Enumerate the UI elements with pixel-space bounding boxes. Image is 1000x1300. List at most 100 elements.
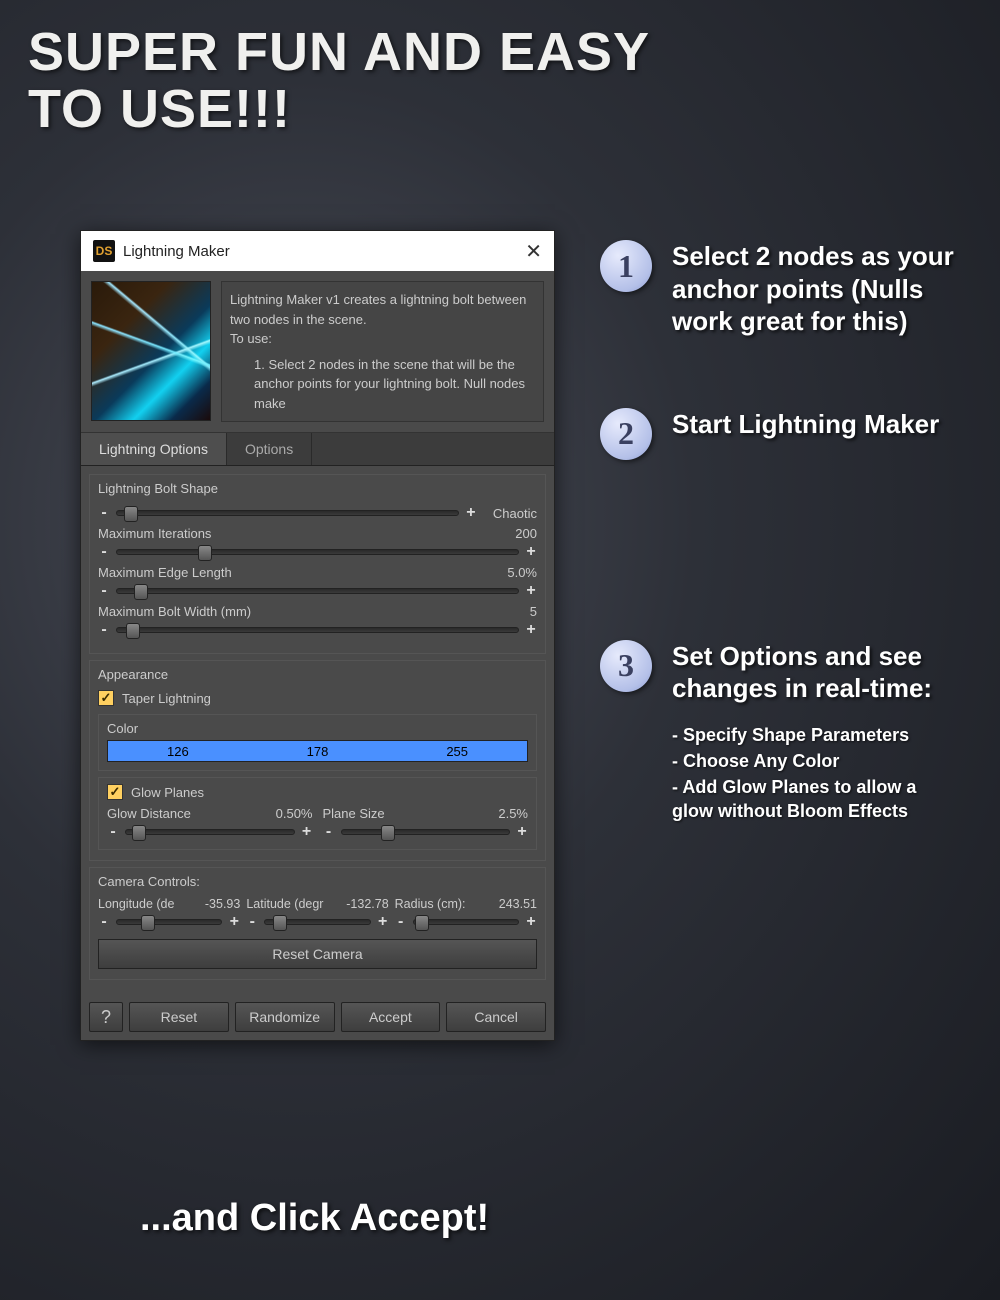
plus-icon[interactable]: +: [465, 504, 477, 522]
minus-icon[interactable]: -: [395, 913, 407, 931]
cam-radius-label: Radius (cm):: [395, 897, 466, 911]
info-section: Lightning Maker v1 creates a lightning b…: [81, 271, 554, 433]
max-edge-value: 5.0%: [507, 565, 537, 580]
cam-longitude-value: -35.93: [205, 897, 240, 911]
tab-lightning-options[interactable]: Lightning Options: [81, 433, 227, 465]
cam-latitude-label: Latitude (degr: [246, 897, 323, 911]
glow-distance-slider[interactable]: [125, 829, 295, 835]
step-3-text: Set Options and see changes in real-time…: [672, 640, 960, 705]
step-1-text: Select 2 nodes as your anchor points (Nu…: [672, 240, 960, 338]
plus-icon[interactable]: +: [525, 913, 537, 931]
minus-icon[interactable]: -: [98, 582, 110, 600]
glow-distance-value: 0.50%: [276, 806, 313, 821]
steps-list: 1 Select 2 nodes as your anchor points (…: [600, 240, 960, 886]
cam-radius-slider[interactable]: [413, 919, 519, 925]
max-iterations-slider[interactable]: [116, 549, 519, 555]
plus-icon[interactable]: +: [525, 582, 537, 600]
randomize-button[interactable]: Randomize: [235, 1002, 335, 1032]
glow-group: ✓ Glow Planes Glow Distance 0.50% - +: [98, 777, 537, 850]
thumbnail-image: [91, 281, 211, 421]
minus-icon[interactable]: -: [98, 913, 110, 931]
dialog-title: Lightning Maker: [123, 243, 525, 260]
max-iterations-value: 200: [515, 526, 537, 541]
max-iterations-label: Maximum Iterations: [98, 526, 211, 541]
footer-text: ...and Click Accept!: [140, 1197, 489, 1240]
appearance-group: Appearance ✓ Taper Lightning Color 126 1…: [89, 660, 546, 861]
step-3-sublist: - Specify Shape Parameters - Choose Any …: [672, 723, 960, 824]
headline-line2: TO USE!!!: [28, 79, 291, 139]
cancel-button[interactable]: Cancel: [446, 1002, 546, 1032]
cam-latitude-value: -132.78: [346, 897, 388, 911]
headline-line1: SUPER FUN AND EASY: [28, 22, 650, 82]
max-width-value: 5: [530, 604, 537, 619]
color-group: Color 126 178 255: [98, 714, 537, 771]
max-edge-slider[interactable]: [116, 588, 519, 594]
step-3-badge: 3: [600, 640, 652, 692]
glow-checkbox[interactable]: ✓: [107, 784, 123, 800]
shape-group-title: Lightning Bolt Shape: [98, 481, 537, 496]
minus-icon[interactable]: -: [98, 621, 110, 639]
info-line2: To use:: [230, 331, 272, 346]
app-icon: DS: [93, 240, 115, 262]
glow-label: Glow Planes: [131, 785, 204, 800]
chaotic-label: Chaotic: [493, 506, 537, 521]
camera-group: Camera Controls: Longitude (de -35.93 - …: [89, 867, 546, 980]
cam-longitude-label: Longitude (de: [98, 897, 174, 911]
info-step1: 1. Select 2 nodes in the scene that will…: [230, 355, 535, 414]
plus-icon[interactable]: +: [525, 543, 537, 561]
chaotic-slider[interactable]: [116, 510, 459, 516]
step-1: 1 Select 2 nodes as your anchor points (…: [600, 240, 960, 338]
step-1-badge: 1: [600, 240, 652, 292]
tab-bar: Lightning Options Options: [81, 433, 554, 466]
plus-icon[interactable]: +: [228, 913, 240, 931]
step-2-badge: 2: [600, 408, 652, 460]
lightning-maker-dialog: DS Lightning Maker ✕ Lightning Maker v1 …: [80, 230, 555, 1041]
max-width-label: Maximum Bolt Width (mm): [98, 604, 251, 619]
minus-icon[interactable]: -: [107, 823, 119, 841]
cam-longitude-slider[interactable]: [116, 919, 222, 925]
step-3: 3 Set Options and see changes in real-ti…: [600, 640, 960, 826]
shape-group: Lightning Bolt Shape - + Chaotic Maximum…: [89, 474, 546, 654]
step-2: 2 Start Lightning Maker: [600, 408, 960, 460]
color-b: 255: [387, 744, 527, 759]
info-line1: Lightning Maker v1 creates a lightning b…: [230, 292, 526, 327]
step-3-sub1: - Specify Shape Parameters: [672, 723, 960, 747]
tab-options[interactable]: Options: [227, 433, 312, 465]
max-width-slider[interactable]: [116, 627, 519, 633]
plus-icon[interactable]: +: [301, 823, 313, 841]
camera-group-title: Camera Controls:: [98, 874, 537, 889]
reset-camera-button[interactable]: Reset Camera: [98, 939, 537, 969]
plus-icon[interactable]: +: [516, 823, 528, 841]
color-r: 126: [108, 744, 248, 759]
reset-button[interactable]: Reset: [129, 1002, 229, 1032]
appearance-group-title: Appearance: [98, 667, 537, 682]
plane-size-label: Plane Size: [323, 806, 385, 821]
headline: SUPER FUN AND EASY TO USE!!!: [28, 24, 650, 137]
dialog-button-row: ? Reset Randomize Accept Cancel: [81, 994, 554, 1040]
plus-icon[interactable]: +: [377, 913, 389, 931]
minus-icon[interactable]: -: [246, 913, 258, 931]
step-3-sub2: - Choose Any Color: [672, 749, 960, 773]
help-button[interactable]: ?: [89, 1002, 123, 1032]
chaotic-slider-row: - + Chaotic: [98, 504, 537, 522]
options-panel: Lightning Bolt Shape - + Chaotic Maximum…: [81, 466, 554, 994]
minus-icon[interactable]: -: [98, 504, 110, 522]
titlebar[interactable]: DS Lightning Maker ✕: [81, 231, 554, 271]
accept-button[interactable]: Accept: [341, 1002, 441, 1032]
glow-distance-label: Glow Distance: [107, 806, 191, 821]
taper-checkbox[interactable]: ✓: [98, 690, 114, 706]
step-3-sub3: - Add Glow Planes to allow a glow withou…: [672, 775, 960, 824]
taper-label: Taper Lightning: [122, 691, 211, 706]
color-picker[interactable]: 126 178 255: [107, 740, 528, 762]
color-g: 178: [248, 744, 388, 759]
plus-icon[interactable]: +: [525, 621, 537, 639]
minus-icon[interactable]: -: [98, 543, 110, 561]
color-group-title: Color: [107, 721, 528, 736]
minus-icon[interactable]: -: [323, 823, 335, 841]
close-icon[interactable]: ✕: [525, 239, 542, 264]
info-text: Lightning Maker v1 creates a lightning b…: [221, 281, 544, 422]
cam-latitude-slider[interactable]: [264, 919, 370, 925]
plane-size-slider[interactable]: [341, 829, 511, 835]
max-edge-label: Maximum Edge Length: [98, 565, 232, 580]
step-2-text: Start Lightning Maker: [672, 408, 939, 460]
